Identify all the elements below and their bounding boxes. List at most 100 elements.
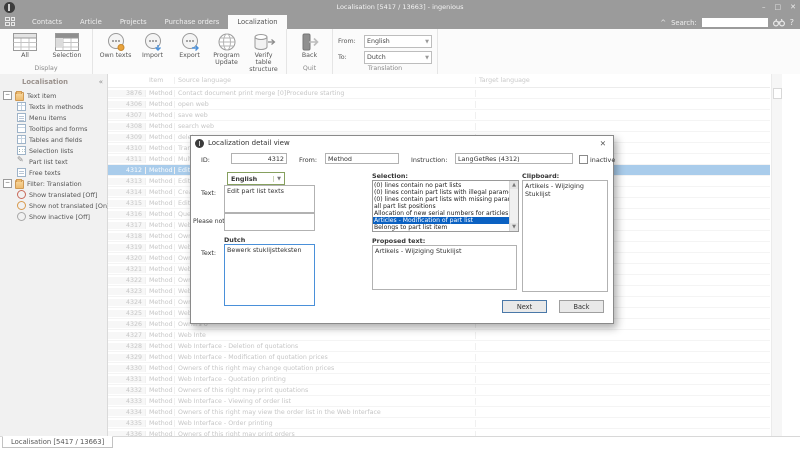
search-binoculars-icon[interactable] xyxy=(773,18,785,27)
table-row[interactable]: 4329MethodWeb Interface - Modification o… xyxy=(108,352,770,363)
scrollbar-thumb[interactable] xyxy=(773,88,782,99)
source-text-area[interactable]: Edit part list texts xyxy=(224,185,315,213)
table-row[interactable]: 4333MethodWeb Interface - Viewing of ord… xyxy=(108,396,770,407)
database-icon xyxy=(252,31,276,52)
ribbon-group-quit: Back Quit xyxy=(287,29,333,74)
program-update-button[interactable]: Program Update xyxy=(209,31,244,66)
dialog-close-icon[interactable]: ✕ xyxy=(597,139,609,148)
export-button[interactable]: Export xyxy=(172,31,207,59)
table-row[interactable]: 4335MethodWeb Interface - Order printing xyxy=(108,418,770,429)
from-field[interactable]: Method xyxy=(325,153,399,164)
all-button[interactable]: All xyxy=(5,31,45,59)
selection-list-item[interactable]: (0) lines contain no part lists xyxy=(373,182,510,189)
collapse-ribbon-icon[interactable]: ^ xyxy=(660,19,666,27)
tree-node[interactable]: −Text item xyxy=(0,90,107,101)
maximize-button[interactable]: □ xyxy=(775,3,782,11)
search-label: Search: xyxy=(671,19,697,27)
table-row[interactable]: 4328MethodWeb Interface - Deletion of qu… xyxy=(108,341,770,352)
tab-localization[interactable]: Localization xyxy=(228,15,286,29)
sidebar-collapse-icon[interactable]: « xyxy=(99,78,103,86)
cell-item: Method xyxy=(146,310,175,317)
table-row[interactable]: 4306Methodopen web xyxy=(108,99,770,110)
from-language-select[interactable]: English ▼ xyxy=(364,35,432,48)
selection-list-item[interactable]: Allocation of new serial numbers for art… xyxy=(373,210,510,217)
expander-icon[interactable]: − xyxy=(3,91,12,100)
id-field[interactable]: 4312 xyxy=(231,153,287,164)
import-button[interactable]: Import xyxy=(135,31,170,59)
proposed-text-box[interactable]: Artikels - Wijziging Stuklijst xyxy=(372,245,517,290)
table-row[interactable]: 4334MethodOwners of this right may view … xyxy=(108,407,770,418)
tree-node[interactable]: Show translated [Off] xyxy=(0,189,107,200)
sidebar: Localisation « −Text itemTexts in method… xyxy=(0,74,108,437)
tab-projects[interactable]: Projects xyxy=(111,15,156,29)
tree-node[interactable]: Tables and fields xyxy=(0,134,107,145)
clipboard-box[interactable]: Artikels - Wijziging Stuklijst xyxy=(522,180,608,292)
back-dialog-button[interactable]: Back xyxy=(559,300,604,313)
please-note-area[interactable] xyxy=(224,213,315,231)
cell-source: Owners of this right may change quotatio… xyxy=(175,365,476,372)
cell-item: Method xyxy=(146,420,175,427)
cell-item: Method xyxy=(146,211,175,218)
tree-node[interactable]: Free texts xyxy=(0,167,107,178)
to-language-select[interactable]: Dutch ▼ xyxy=(364,51,432,64)
scroll-down-icon[interactable]: ▼ xyxy=(510,223,518,231)
list-scrollbar[interactable]: ▲ ▼ xyxy=(509,181,518,231)
selection-list-item[interactable]: all part list positions xyxy=(373,203,510,210)
tree-node[interactable]: Texts in methods xyxy=(0,101,107,112)
tab-contacts[interactable]: Contacts xyxy=(23,15,71,29)
source-language-select[interactable]: English ▼ xyxy=(227,172,285,185)
tree-node[interactable]: Part list text xyxy=(0,156,107,167)
status-tab[interactable]: Localisation [5417 / 13663] xyxy=(2,436,113,448)
tree-node[interactable]: Menu items xyxy=(0,112,107,123)
source-text-label: Text: xyxy=(201,189,216,197)
table-row[interactable]: 4307Methodsave web xyxy=(108,110,770,121)
back-icon xyxy=(300,31,320,52)
tree-node[interactable]: Show inactive [Off] xyxy=(0,211,107,222)
selection-list-item[interactable]: (0) lines contain part lists with illega… xyxy=(373,189,510,196)
inactive-checkbox[interactable] xyxy=(579,155,588,164)
tab-purchase-orders[interactable]: Purchase orders xyxy=(156,15,229,29)
tree-node[interactable]: Show not translated [On] xyxy=(0,200,107,211)
column-header-source[interactable]: Source language xyxy=(175,77,476,84)
vertical-scrollbar[interactable] xyxy=(771,74,782,437)
chat-import-icon xyxy=(143,31,163,52)
selection-listbox[interactable]: (0) lines contain no part lists(0) lines… xyxy=(372,180,519,232)
scroll-up-icon[interactable]: ▲ xyxy=(510,181,518,189)
selection-list-item[interactable]: Articles - Modification of part list xyxy=(373,217,510,224)
cell-item: Method xyxy=(146,167,175,174)
table-row[interactable]: 4331MethodWeb Interface - Quotation prin… xyxy=(108,374,770,385)
table-row[interactable]: 4308Methodsearch web xyxy=(108,121,770,132)
tab-article[interactable]: Article xyxy=(71,15,111,29)
verify-table-structure-button[interactable]: Verify table structure xyxy=(246,31,281,74)
column-header-target[interactable]: Target language xyxy=(476,77,770,84)
cell-item: Method xyxy=(146,112,175,119)
tree-node[interactable]: −Filter: Translation xyxy=(0,178,107,189)
from-label: From: xyxy=(299,156,317,164)
table-header: Item Source language Target language xyxy=(108,74,770,88)
table-row[interactable]: 3876MethodContact document print merge [… xyxy=(108,88,770,99)
app-menu-icon[interactable] xyxy=(5,17,17,27)
own-texts-button[interactable]: Own texts xyxy=(98,31,133,59)
selection-list-item[interactable]: Belongs to part list item xyxy=(373,224,510,231)
back-button[interactable]: Back xyxy=(292,31,327,59)
column-header-item[interactable]: Item xyxy=(146,77,175,84)
close-button[interactable]: ✕ xyxy=(790,3,796,11)
help-icon[interactable]: ? xyxy=(790,18,794,27)
ribbon-group-modify-texts: Own texts Import xyxy=(93,29,287,74)
expander-icon[interactable]: − xyxy=(3,179,12,188)
target-text-area[interactable]: Bewerk stuklijstteksten xyxy=(224,244,315,306)
selection-label: Selection: xyxy=(372,172,408,180)
ribbon-group-label: Quit xyxy=(292,64,327,74)
selection-list-item[interactable]: (0) lines contain part lists with missin… xyxy=(373,196,510,203)
search-input[interactable] xyxy=(702,18,768,27)
text-icon xyxy=(17,168,26,177)
tree-node[interactable]: Tooltips and forms xyxy=(0,123,107,134)
table-row[interactable]: 4327MethodWeb Inte xyxy=(108,330,770,341)
menu-icon xyxy=(17,113,26,122)
minimize-button[interactable]: – xyxy=(762,3,766,11)
selection-button[interactable]: Selection xyxy=(47,31,87,59)
table-row[interactable]: 4330MethodOwners of this right may chang… xyxy=(108,363,770,374)
instruction-field[interactable]: LangGetRes (4312) xyxy=(455,153,573,164)
table-row[interactable]: 4332MethodOwners of this right may print… xyxy=(108,385,770,396)
next-button[interactable]: Next xyxy=(502,300,547,313)
